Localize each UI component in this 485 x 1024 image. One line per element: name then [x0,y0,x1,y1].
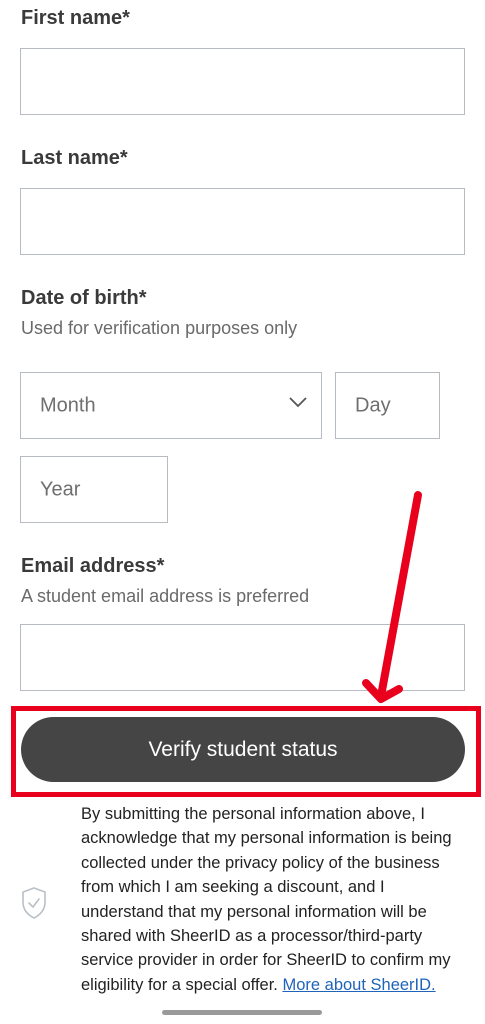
shield-check-icon [22,887,46,919]
home-indicator [162,1010,322,1015]
verify-button-label: Verify student status [148,737,338,761]
chevron-down-icon [289,397,307,408]
day-input[interactable]: Day [335,372,440,439]
last-name-input[interactable] [20,188,465,255]
email-input[interactable] [20,624,465,691]
day-placeholder: Day [355,394,391,416]
first-name-label: First name* [21,7,130,29]
month-placeholder: Month [40,394,96,416]
email-label: Email address* [21,555,165,577]
year-input[interactable]: Year [20,456,168,523]
last-name-label: Last name* [21,147,128,169]
verify-student-status-button[interactable]: Verify student status [21,717,465,782]
year-placeholder: Year [40,478,81,500]
month-select[interactable]: Month [20,372,322,439]
dob-label: Date of birth* [21,287,147,309]
more-about-sheerid-link[interactable]: More about SheerID. [282,976,435,994]
consent-body: By submitting the personal information a… [81,805,452,994]
first-name-input[interactable] [20,48,465,115]
email-hint: A student email address is preferred [21,586,310,606]
consent-text: By submitting the personal information a… [81,802,471,997]
dob-hint: Used for verification purposes only [21,318,298,338]
